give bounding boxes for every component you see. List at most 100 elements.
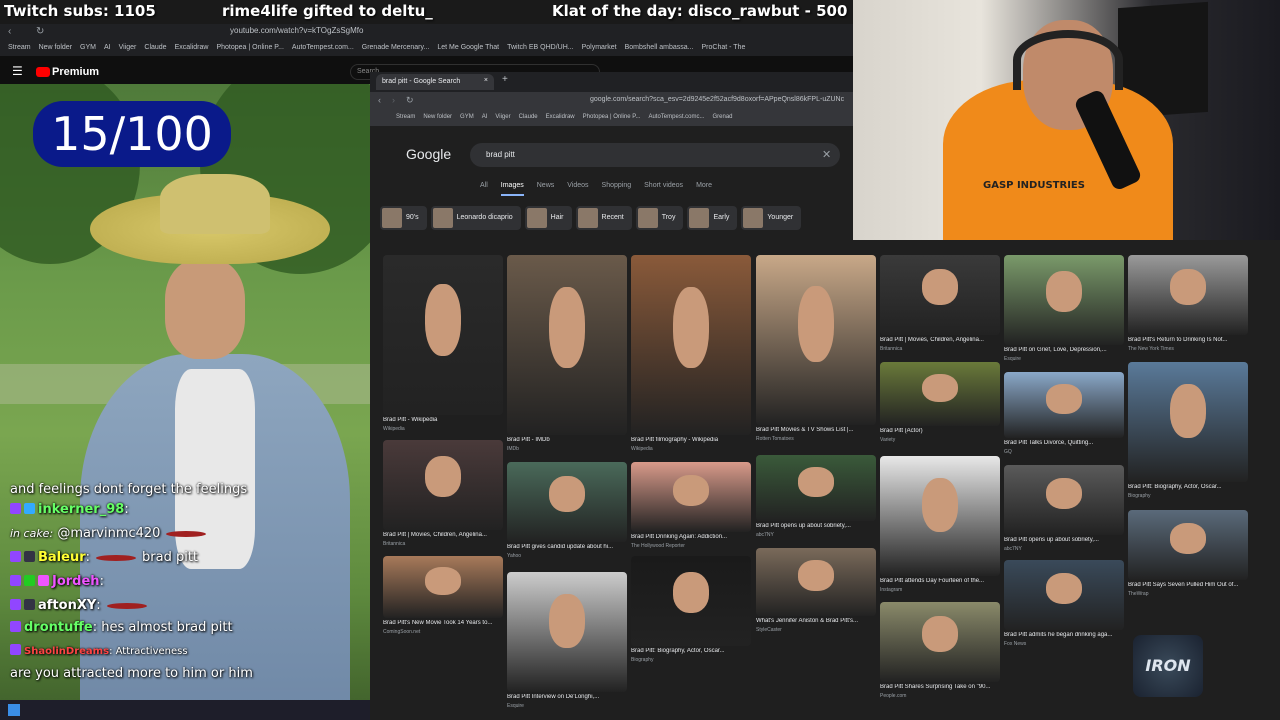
bookmark-item[interactable]: Photopea | Online P... xyxy=(583,114,641,120)
tab-all[interactable]: All xyxy=(480,182,488,189)
sub-badge-icon xyxy=(24,503,35,514)
tab-more[interactable]: More xyxy=(696,182,712,189)
outer-bookmarks-bar: Stream New folder GYM AI Viiger Claude Excalid… xyxy=(0,40,853,56)
refine-chip[interactable]: Younger xyxy=(741,206,802,230)
back-icon[interactable]: ‹ xyxy=(8,26,11,37)
refine-chip[interactable]: Early xyxy=(687,206,738,230)
chat-text: brad pitt xyxy=(142,550,199,565)
sub-badge-icon xyxy=(24,575,35,586)
chat-message: Jordeh: xyxy=(10,574,104,589)
bookmark-item[interactable]: GYM xyxy=(460,114,474,120)
bookmark-item[interactable]: Photopea | Online P... xyxy=(216,44,283,51)
inner-browser-tab[interactable]: brad pitt - Google Search × xyxy=(376,74,494,90)
twitch-badge-icon xyxy=(10,575,21,586)
chat-message: and feelings dont forget the feelings xyxy=(10,482,247,497)
bookmark-item[interactable]: New folder xyxy=(423,114,452,120)
bookmark-item[interactable]: Claude xyxy=(144,44,166,51)
bookmark-item[interactable]: Stream xyxy=(396,114,415,120)
chat-text: are you attracted more to him or him xyxy=(10,666,253,681)
refine-chip[interactable]: 90's xyxy=(380,206,427,230)
youtube-premium-label: Premium xyxy=(52,66,100,78)
google-logo[interactable]: Google xyxy=(406,146,451,162)
chip-label: Recent xyxy=(601,214,624,221)
refine-chip[interactable]: Hair xyxy=(524,206,572,230)
forward-icon[interactable]: › xyxy=(392,95,395,105)
close-tab-icon[interactable]: × xyxy=(484,77,488,84)
bookmark-item[interactable]: Grenad xyxy=(713,114,733,120)
chip-label: Hair xyxy=(550,214,564,221)
gift-notice: rime4life gifted to deltu_ xyxy=(222,2,433,20)
chat-message: aftonXY: xyxy=(10,598,153,613)
bookmark-item[interactable]: Bombshell ambassa... xyxy=(625,44,694,51)
inner-bookmarks-bar: Stream New folder GYM AI Viiger Claude Excalid… xyxy=(370,112,853,126)
shirt-text: GASP INDUSTRIES xyxy=(983,180,1085,191)
chat-username[interactable]: Baleur xyxy=(38,550,86,565)
tab-images[interactable]: Images xyxy=(500,182,524,196)
sub-badge-icon xyxy=(24,599,35,610)
chat-username[interactable]: aftonXY xyxy=(38,598,96,613)
iron-logo: IRON xyxy=(1133,635,1203,697)
refine-chip[interactable]: Leonardo dicaprio xyxy=(430,206,521,230)
chat-username[interactable]: @marvinmc420 xyxy=(57,526,160,541)
emote-icon xyxy=(106,602,147,609)
inner-url-bar[interactable]: google.com/search?sca_esv=2d9245e2f52acf… xyxy=(590,96,844,103)
bookmark-item[interactable]: ProChat - The xyxy=(702,44,746,51)
bookmark-item[interactable]: Excalidraw xyxy=(175,44,209,51)
clear-search-icon[interactable]: ✕ xyxy=(822,148,831,161)
chat-message: Baleur: brad pitt xyxy=(10,550,198,565)
chat-username[interactable]: drontuffe xyxy=(24,620,93,635)
bookmark-item[interactable]: Let Me Google That xyxy=(437,44,499,51)
reload-icon[interactable]: ↻ xyxy=(36,26,44,37)
bookmark-item[interactable]: AI xyxy=(482,114,488,120)
chat-text: : xyxy=(99,574,104,589)
chip-thumbnail xyxy=(526,208,547,228)
tab-short-videos[interactable]: Short videos xyxy=(644,182,683,189)
bookmark-item[interactable]: Twitch EB QHD/UH... xyxy=(507,44,574,51)
bookmark-item[interactable]: AI xyxy=(104,44,111,51)
new-tab-icon[interactable]: + xyxy=(502,74,508,85)
twitch-badge-icon xyxy=(10,599,21,610)
bookmark-item[interactable]: Claude xyxy=(519,114,538,120)
refine-chip[interactable]: Troy xyxy=(635,206,684,230)
twitch-subs-counter: Twitch subs: 1105 xyxy=(4,2,156,20)
klat-of-day: Klat of the day: disco_rawbut - 500 xyxy=(552,2,848,20)
chat-username[interactable]: ShaolinDreams xyxy=(24,646,109,657)
tab-title: brad pitt - Google Search xyxy=(382,78,461,85)
tab-videos[interactable]: Videos xyxy=(567,182,588,189)
outer-url-bar[interactable]: youtube.com/watch?v=kTOgZsSgMfo xyxy=(230,26,450,40)
twitch-badge-icon xyxy=(10,551,21,562)
bookmark-item[interactable]: Stream xyxy=(8,44,31,51)
chip-thumbnail xyxy=(577,208,598,228)
chat-message: are you attracted more to him or him xyxy=(10,666,253,681)
bookmark-item[interactable]: Grenade Mercenary... xyxy=(362,44,430,51)
youtube-logo[interactable]: Premium xyxy=(36,66,99,78)
bookmark-item[interactable]: Viiger xyxy=(119,44,137,51)
bookmark-item[interactable]: Excalidraw xyxy=(546,114,575,120)
bookmark-item[interactable]: New folder xyxy=(39,44,72,51)
stream-banner: Twitch subs: 1105 rime4life gifted to de… xyxy=(0,0,853,24)
heart-badge-icon xyxy=(38,575,49,586)
chip-thumbnail xyxy=(743,208,764,228)
chip-label: Younger xyxy=(767,214,794,221)
back-icon[interactable]: ‹ xyxy=(378,95,381,105)
refine-chips: 90's Leonardo dicaprio Hair Recent Troy Early… xyxy=(380,206,805,230)
chat-text: and feelings dont forget the feelings xyxy=(10,482,248,497)
bookmark-item[interactable]: GYM xyxy=(80,44,96,51)
chat-message: inkerner_98: xyxy=(10,502,129,517)
reload-icon[interactable]: ↻ xyxy=(406,95,414,106)
google-search-input[interactable]: brad pitt xyxy=(470,143,840,167)
bookmark-item[interactable]: Polymarket xyxy=(582,44,617,51)
windows-start-icon[interactable] xyxy=(8,704,20,716)
bookmark-item[interactable]: AutoTempest.com... xyxy=(292,44,354,51)
chat-username[interactable]: Jordeh xyxy=(52,574,100,589)
twitch-badge-icon xyxy=(10,621,21,632)
webcam-overlay: GASP INDUSTRIES xyxy=(853,0,1280,240)
tab-shopping[interactable]: Shopping xyxy=(602,182,632,189)
bookmark-item[interactable]: Viiger xyxy=(495,114,510,120)
menu-icon[interactable]: ☰ xyxy=(12,64,23,78)
chat-username[interactable]: inkerner_98 xyxy=(38,502,124,517)
chat-text: : xyxy=(124,502,129,517)
tab-news[interactable]: News xyxy=(537,182,555,189)
bookmark-item[interactable]: AutoTempest.comc... xyxy=(648,114,704,120)
refine-chip[interactable]: Recent xyxy=(575,206,632,230)
